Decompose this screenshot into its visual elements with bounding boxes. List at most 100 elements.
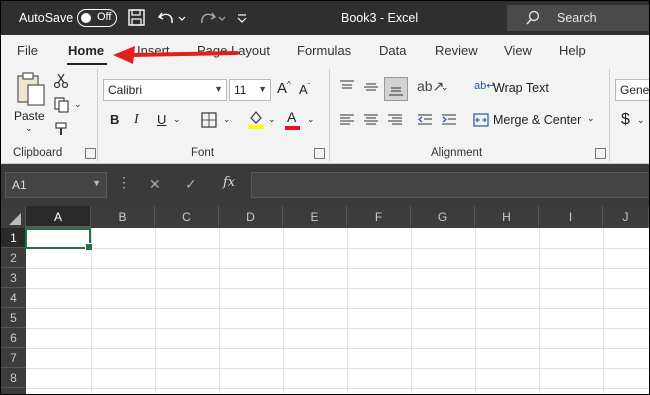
font-name-dropdown[interactable]: Calibri ▼ xyxy=(103,79,227,101)
gridline xyxy=(26,388,649,389)
tab-data[interactable]: Data xyxy=(379,43,406,58)
column-header-h[interactable]: H xyxy=(475,206,539,228)
column-header-a[interactable]: A xyxy=(26,206,91,228)
gridline xyxy=(91,228,92,394)
paste-icon[interactable] xyxy=(15,71,47,107)
middle-align-icon[interactable] xyxy=(363,79,379,95)
name-box[interactable]: A1 ▼ xyxy=(5,172,107,198)
column-header-j[interactable]: J xyxy=(603,206,649,228)
fill-color-icon[interactable] xyxy=(247,110,265,130)
gridline xyxy=(26,268,649,269)
row-header-8[interactable]: 8 xyxy=(1,368,26,388)
orientation-dropdown-icon[interactable]: ⌄ xyxy=(441,82,449,93)
merge-center-dropdown-icon[interactable]: ⌄ xyxy=(587,113,595,124)
excel-window: AutoSave Off Book3 - Excel Search File H… xyxy=(0,0,650,395)
paste-label[interactable]: Paste xyxy=(14,109,45,123)
top-align-icon[interactable] xyxy=(339,79,355,95)
fill-color-dropdown-icon[interactable]: ⌄ xyxy=(268,114,276,125)
ribbon-home: Paste ⌄ ⌄ Clipboard Calibri ▼ 11 ▼ A^ Aˇ… xyxy=(1,65,649,164)
formula-input[interactable] xyxy=(251,172,649,198)
tab-view[interactable]: View xyxy=(504,43,532,58)
document-title: Book3 - Excel xyxy=(341,11,419,25)
column-header-g[interactable]: G xyxy=(411,206,475,228)
merge-center-button[interactable]: Merge & Center xyxy=(493,113,581,127)
column-header-c[interactable]: C xyxy=(155,206,219,228)
undo-icon[interactable] xyxy=(157,9,177,27)
currency-dropdown-icon[interactable]: ⌄ xyxy=(637,115,645,126)
enter-icon[interactable]: ✓ xyxy=(185,176,197,193)
copy-dropdown-icon[interactable]: ⌄ xyxy=(74,99,82,110)
gridline xyxy=(26,348,649,349)
increase-indent-icon[interactable] xyxy=(441,112,457,128)
undo-dropdown-icon[interactable] xyxy=(177,9,187,27)
autosave-toggle[interactable]: Off xyxy=(77,9,117,27)
align-right-icon[interactable] xyxy=(387,112,403,128)
borders-icon[interactable] xyxy=(201,112,217,128)
format-painter-icon[interactable] xyxy=(53,121,69,137)
clipboard-group-label: Clipboard xyxy=(13,147,63,159)
insert-function-icon[interactable]: fx xyxy=(223,175,235,190)
merge-center-icon[interactable] xyxy=(473,112,489,128)
column-header-e[interactable]: E xyxy=(283,206,347,228)
active-cell-a1[interactable] xyxy=(25,228,93,251)
underline-button[interactable]: U xyxy=(157,112,166,127)
save-icon[interactable] xyxy=(127,9,147,27)
gridline xyxy=(411,228,412,394)
alignment-launcher-icon[interactable] xyxy=(595,148,606,159)
column-header-i[interactable]: I xyxy=(539,206,603,228)
column-header-f[interactable]: F xyxy=(347,206,411,228)
decrease-indent-icon[interactable] xyxy=(417,112,433,128)
tab-review[interactable]: Review xyxy=(435,43,478,58)
increase-font-size-icon[interactable]: A^ xyxy=(277,80,291,97)
currency-button[interactable]: $ xyxy=(621,111,630,129)
search-box[interactable]: Search xyxy=(507,5,649,31)
select-all-triangle-icon xyxy=(9,213,21,225)
font-size-dropdown[interactable]: 11 ▼ xyxy=(229,79,271,101)
cut-icon[interactable] xyxy=(53,73,69,89)
row-header-7[interactable]: 7 xyxy=(1,348,26,368)
redo-icon[interactable] xyxy=(197,9,217,27)
decrease-font-size-icon[interactable]: Aˇ xyxy=(299,82,310,97)
borders-dropdown-icon[interactable]: ⌄ xyxy=(223,114,231,125)
row-header-4[interactable]: 4 xyxy=(1,288,26,308)
column-header-d[interactable]: D xyxy=(219,206,283,228)
wrap-text-button[interactable]: Wrap Text xyxy=(493,81,549,95)
tab-file[interactable]: File xyxy=(17,43,38,58)
name-box-value: A1 xyxy=(12,178,27,192)
redo-dropdown-icon[interactable] xyxy=(217,9,227,27)
align-left-icon[interactable] xyxy=(339,112,355,128)
autosave-state: Off xyxy=(97,11,112,23)
toggle-knob xyxy=(81,13,91,23)
row-header-5[interactable]: 5 xyxy=(1,308,26,328)
underline-dropdown-icon[interactable]: ⌄ xyxy=(173,114,181,125)
font-color-dropdown-icon[interactable]: ⌄ xyxy=(307,114,315,125)
row-header-3[interactable]: 3 xyxy=(1,268,26,288)
fill-handle[interactable] xyxy=(85,243,93,251)
italic-button[interactable]: I xyxy=(134,112,139,128)
row-header-1[interactable]: 1 xyxy=(1,228,26,248)
tab-formulas[interactable]: Formulas xyxy=(297,43,351,58)
bottom-align-button[interactable] xyxy=(384,77,408,101)
bold-button[interactable]: B xyxy=(110,112,119,127)
group-divider xyxy=(329,69,330,161)
font-color-icon[interactable]: A xyxy=(287,109,296,125)
row-header-2[interactable]: 2 xyxy=(1,248,26,268)
clipboard-launcher-icon[interactable] xyxy=(85,148,96,159)
select-all-corner[interactable] xyxy=(1,206,26,228)
paste-dropdown-icon[interactable]: ⌄ xyxy=(25,123,33,134)
tab-home[interactable]: Home xyxy=(68,43,104,58)
copy-icon[interactable] xyxy=(53,97,69,113)
number-format-dropdown[interactable]: Gener xyxy=(615,79,649,101)
row-header-9[interactable] xyxy=(1,388,26,394)
column-header-b[interactable]: B xyxy=(91,206,155,228)
align-center-icon[interactable] xyxy=(363,112,379,128)
more-options-icon[interactable]: ⋮ xyxy=(117,174,131,191)
tab-help[interactable]: Help xyxy=(559,43,586,58)
customize-toolbar-icon[interactable] xyxy=(235,9,249,27)
bottom-align-icon xyxy=(389,87,403,96)
row-header-6[interactable]: 6 xyxy=(1,328,26,348)
font-launcher-icon[interactable] xyxy=(314,148,325,159)
worksheet-grid[interactable]: A B C D E F G H I J 1 2 3 4 5 6 7 8 xyxy=(1,206,649,394)
cancel-icon[interactable]: ✕ xyxy=(149,176,161,193)
gridline xyxy=(603,228,604,394)
